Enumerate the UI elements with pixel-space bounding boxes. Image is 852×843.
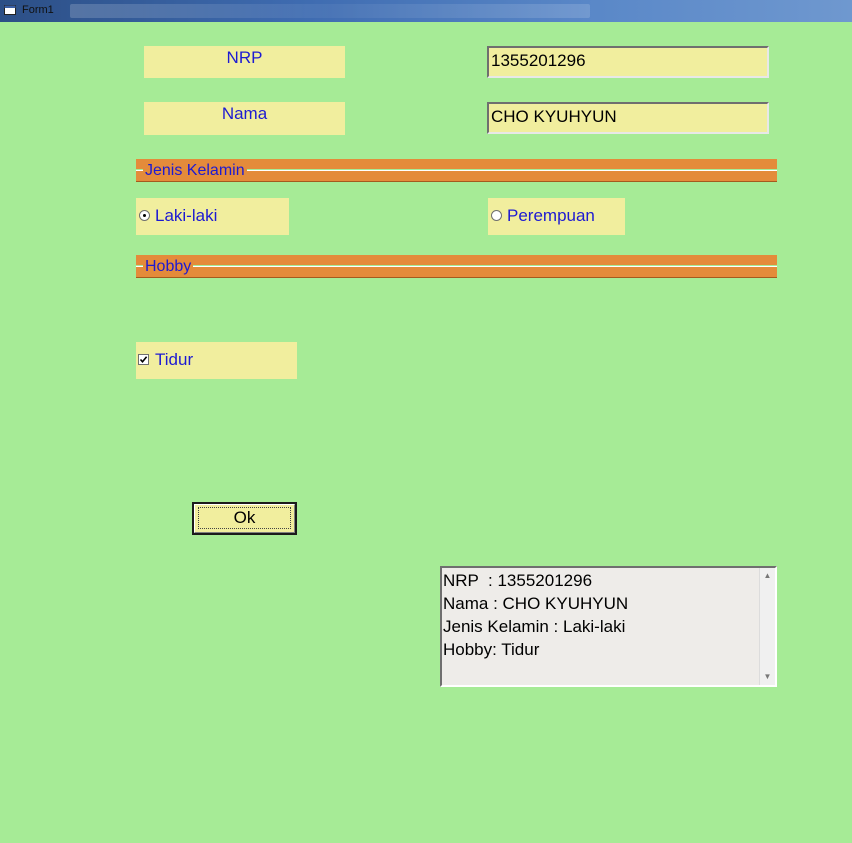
- radio-unselected-icon[interactable]: [491, 210, 502, 221]
- tidur-checkbox[interactable]: Tidur: [136, 342, 297, 379]
- jenis-kelamin-caption: Jenis Kelamin: [143, 161, 247, 181]
- nama-textbox[interactable]: CHO KYUHYUN: [487, 102, 769, 134]
- laki-laki-radio[interactable]: Laki-laki: [136, 198, 289, 235]
- output-line-jenis-kelamin: Jenis Kelamin : Laki-laki: [443, 617, 626, 636]
- title-bar[interactable]: Form1: [0, 0, 852, 22]
- form-window-icon: [4, 5, 16, 15]
- nrp-textbox[interactable]: 1355201296: [487, 46, 769, 78]
- form1-window: Form1 NRP 1355201296 Nama CHO KYUHYUN Je…: [0, 0, 852, 843]
- ok-button-label: Ok: [197, 507, 292, 529]
- perempuan-radio[interactable]: Perempuan: [488, 198, 625, 235]
- output-lines: NRP : 1355201296 Nama : CHO KYUHYUN Jeni…: [443, 569, 759, 661]
- radio-dot: [143, 214, 146, 217]
- nrp-label: NRP: [144, 46, 345, 78]
- title-bar-decoration: [70, 4, 590, 18]
- window-title: Form1: [22, 4, 54, 16]
- checkmark-icon: [139, 356, 148, 364]
- output-line-nrp: NRP : 1355201296: [443, 571, 593, 590]
- tidur-label: Tidur: [155, 350, 194, 369]
- scroll-up-arrow-icon[interactable]: ▲: [760, 568, 775, 584]
- ok-button-face[interactable]: Ok: [194, 504, 295, 533]
- checkbox-checked-icon[interactable]: [138, 354, 149, 365]
- radio-selected-icon[interactable]: [139, 210, 150, 221]
- hobby-caption: Hobby: [143, 257, 194, 277]
- nama-label: Nama: [144, 102, 345, 135]
- perempuan-label: Perempuan: [507, 206, 595, 225]
- output-listbox[interactable]: NRP : 1355201296 Nama : CHO KYUHYUN Jeni…: [440, 566, 777, 687]
- output-line-nama: Nama : CHO KYUHYUN: [443, 594, 629, 613]
- scroll-down-arrow-icon[interactable]: ▼: [760, 669, 775, 685]
- frame-border: [136, 266, 777, 278]
- frame-bar: [136, 255, 777, 265]
- output-line-hobby: Hobby: Tidur: [443, 640, 540, 659]
- hobby-frame: Hobby: [136, 255, 777, 278]
- vertical-scrollbar[interactable]: ▲ ▼: [759, 568, 775, 685]
- jenis-kelamin-frame: Jenis Kelamin: [136, 159, 777, 182]
- laki-laki-label: Laki-laki: [155, 206, 218, 225]
- ok-button[interactable]: Ok: [192, 502, 297, 535]
